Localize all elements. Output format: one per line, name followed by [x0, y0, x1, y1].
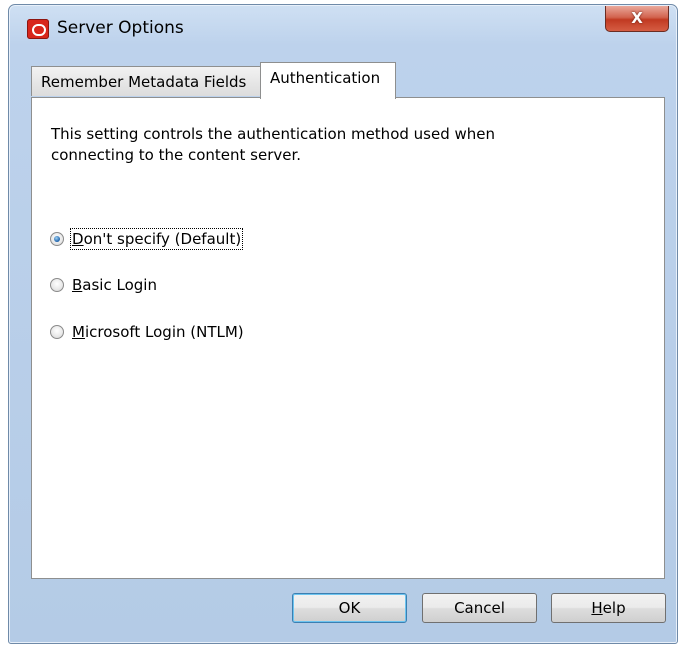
- help-button[interactable]: Help: [551, 593, 666, 623]
- title-bar[interactable]: Server Options X: [9, 5, 677, 51]
- oracle-app-icon: [27, 19, 49, 39]
- cancel-button[interactable]: Cancel: [422, 593, 537, 623]
- radio-button[interactable]: [50, 325, 64, 339]
- ok-button[interactable]: OK: [292, 593, 407, 623]
- radio-microsoft-login[interactable]: Microsoft Login (NTLM): [50, 321, 244, 343]
- close-button[interactable]: X: [605, 6, 669, 32]
- radio-label-dont-specify: Don't specify (Default): [69, 228, 244, 250]
- radio-label-microsoft-login: Microsoft Login (NTLM): [72, 323, 244, 341]
- radio-dont-specify[interactable]: Don't specify (Default): [50, 228, 244, 250]
- tab-strip: Remember Metadata Fields Authentication: [31, 62, 631, 99]
- tab-authentication[interactable]: Authentication: [260, 62, 396, 99]
- radio-button-checked[interactable]: [50, 232, 64, 246]
- radio-button[interactable]: [50, 278, 64, 292]
- radio-basic-login[interactable]: Basic Login: [50, 274, 157, 296]
- tab-remember-metadata-fields[interactable]: Remember Metadata Fields: [31, 66, 261, 96]
- radio-label-basic-login: Basic Login: [72, 276, 157, 294]
- window-title: Server Options: [57, 18, 184, 38]
- description-text: This setting controls the authentication…: [51, 125, 496, 164]
